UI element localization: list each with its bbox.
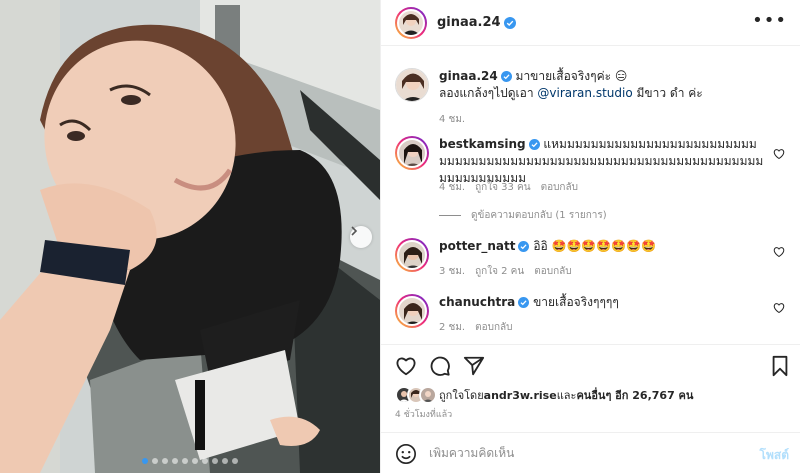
comment-text: ขายเสื้อจริงๆๆๆๆ bbox=[533, 295, 619, 309]
liker-avatars[interactable] bbox=[395, 385, 439, 405]
comment-reply-button[interactable]: ตอบกลับ bbox=[541, 180, 578, 195]
comment-text: อิอิ 🤩🤩🤩🤩🤩🤩🤩 bbox=[533, 239, 657, 253]
verified-badge-icon bbox=[503, 16, 516, 29]
caption-text-line1: มาขายเสื้อจริงๆค่ะ 😑 bbox=[515, 69, 628, 83]
carousel-dot[interactable] bbox=[142, 458, 148, 464]
comment-time: 3 ชม. bbox=[439, 266, 466, 277]
liked-by-user[interactable]: andr3w.rise bbox=[484, 389, 557, 402]
like-comment-heart-icon[interactable] bbox=[773, 246, 785, 258]
carousel-dot[interactable] bbox=[212, 458, 218, 464]
carousel-dot[interactable] bbox=[232, 458, 238, 464]
carousel-dot[interactable] bbox=[172, 458, 178, 464]
comment-bubble-icon[interactable] bbox=[429, 355, 451, 377]
comment-time: 4 ชม. bbox=[439, 182, 466, 193]
verified-badge-icon bbox=[518, 241, 530, 252]
like-comment-heart-icon[interactable] bbox=[773, 148, 785, 160]
likes-others-link[interactable]: คนอื่นๆ อีก 26,767 คน bbox=[576, 386, 693, 404]
post-comment-button[interactable]: โพสต์ bbox=[760, 446, 789, 465]
photo-illustration bbox=[0, 0, 380, 473]
caption-text-line2-end: มีขาว ดำ ค่ะ bbox=[632, 86, 703, 100]
carousel-dot[interactable] bbox=[222, 458, 228, 464]
caption-text-line2: ลองแกล้งๆไปดูเอา bbox=[439, 86, 538, 100]
verified-badge-icon bbox=[500, 71, 512, 82]
chevron-right-icon bbox=[351, 226, 358, 236]
caption-username[interactable]: ginaa.24 bbox=[439, 69, 498, 83]
view-replies-label: ดูข้อความตอบกลับ (1 รายการ) bbox=[471, 210, 607, 221]
post-action-bar bbox=[381, 344, 800, 384]
post-side-panel: ginaa.24 ••• ginaa.24 มาขายเสื้อจริงๆค่ะ… bbox=[380, 0, 800, 473]
save-bookmark-icon[interactable] bbox=[769, 355, 791, 377]
carousel-dot[interactable] bbox=[192, 458, 198, 464]
likes-prefix: ถูกใจโดย bbox=[439, 389, 484, 402]
comment-like-count[interactable]: ถูกใจ 2 คน bbox=[475, 264, 524, 279]
likes-summary: ถูกใจโดย andr3w.rise และ คนอื่นๆ อีก 26,… bbox=[395, 385, 693, 405]
comment-like-count[interactable]: ถูกใจ 33 คน bbox=[475, 180, 530, 195]
carousel-dot[interactable] bbox=[162, 458, 168, 464]
comment-reply-button[interactable]: ตอบกลับ bbox=[534, 264, 571, 279]
commenter-avatar[interactable] bbox=[395, 136, 429, 170]
post-header: ginaa.24 ••• bbox=[381, 0, 800, 46]
author-username[interactable]: ginaa.24 bbox=[437, 15, 501, 30]
verified-badge-icon bbox=[518, 297, 530, 308]
comment-reply-button[interactable]: ตอบกลับ bbox=[475, 320, 512, 335]
like-comment-heart-icon[interactable] bbox=[773, 302, 785, 314]
caption-time: 4 ชม. bbox=[439, 114, 466, 125]
view-replies-button[interactable]: ดูข้อความตอบกลับ (1 รายการ) bbox=[439, 208, 607, 223]
more-options-button[interactable]: ••• bbox=[752, 12, 787, 30]
caption-avatar[interactable] bbox=[395, 68, 429, 102]
carousel-dot[interactable] bbox=[152, 458, 158, 464]
like-heart-icon[interactable] bbox=[395, 355, 417, 377]
comment-username[interactable]: potter_natt bbox=[439, 239, 515, 253]
emoji-smiley-icon[interactable] bbox=[395, 443, 417, 465]
comment-time: 2 ชม. bbox=[439, 322, 466, 333]
post-photo[interactable] bbox=[0, 0, 380, 473]
add-comment-bar: โพสต์ bbox=[381, 432, 800, 473]
add-comment-input[interactable] bbox=[429, 446, 729, 460]
comment-username[interactable]: bestkamsing bbox=[439, 137, 526, 151]
carousel-dot[interactable] bbox=[202, 458, 208, 464]
replies-divider bbox=[439, 215, 461, 216]
commenter-avatar[interactable] bbox=[395, 294, 429, 328]
commenter-avatar[interactable] bbox=[395, 238, 429, 272]
verified-badge-icon bbox=[528, 139, 540, 150]
posted-time[interactable]: 4 ชั่วโมงที่แล้ว bbox=[395, 407, 452, 421]
comment-username[interactable]: chanuchtra bbox=[439, 295, 515, 309]
carousel-dot[interactable] bbox=[182, 458, 188, 464]
caption-mention-link[interactable]: @viraran.studio bbox=[537, 86, 632, 100]
share-send-icon[interactable] bbox=[463, 355, 485, 377]
likes-middle: และ bbox=[556, 389, 577, 402]
author-avatar[interactable] bbox=[395, 6, 427, 39]
carousel-next-button[interactable] bbox=[350, 226, 372, 248]
carousel-indicator bbox=[0, 458, 380, 464]
